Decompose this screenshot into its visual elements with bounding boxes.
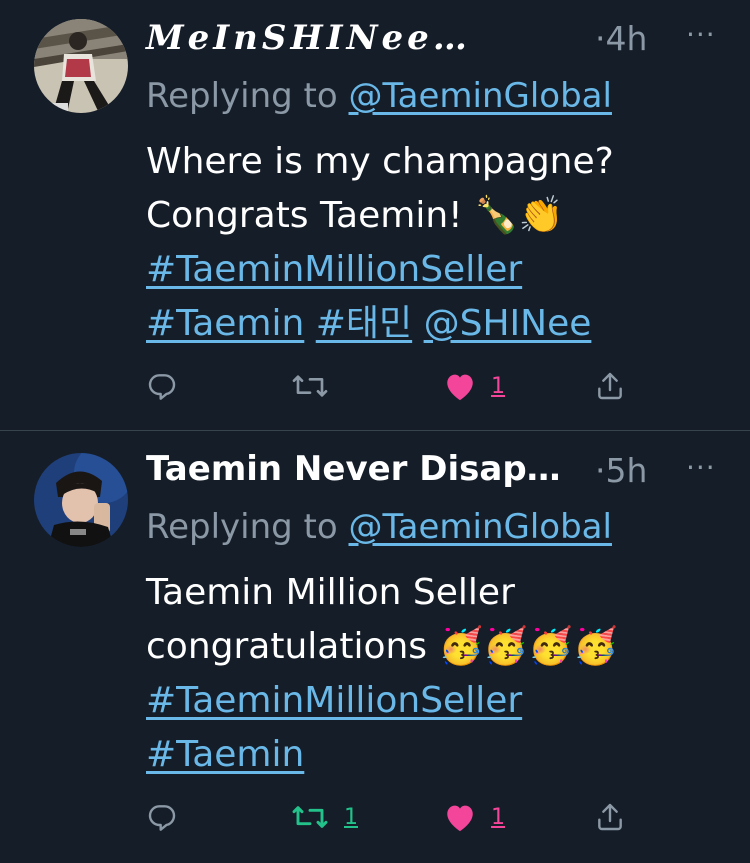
tweet-line: congratulations 🥳🥳🥳🥳 xyxy=(146,626,618,667)
more-icon[interactable]: ··· xyxy=(686,451,716,484)
tweet-text: Where is my champagne? Congrats Taemin! … xyxy=(146,135,614,351)
share-icon xyxy=(594,370,626,402)
reply-button[interactable] xyxy=(146,366,178,406)
reply-button[interactable] xyxy=(146,797,178,837)
replying-to: Replying to @TaeminGlobal xyxy=(146,507,612,547)
tweet[interactable]: 𝑴𝒆𝑰𝒏𝑺𝑯𝑰𝑵𝒆𝒆… ·4h ··· Replying to @TaeminG… xyxy=(0,0,750,430)
tweet-line: Congrats Taemin! 🍾👏 xyxy=(146,195,564,236)
tweet-line: Where is my champagne? xyxy=(146,141,614,182)
replying-prefix: Replying to xyxy=(146,507,338,547)
replying-prefix: Replying to xyxy=(146,76,338,116)
retweet-button[interactable] xyxy=(290,366,330,406)
timestamp[interactable]: ·4h xyxy=(595,19,647,58)
hashtag-link[interactable]: #Taemin xyxy=(146,734,304,775)
more-icon[interactable]: ··· xyxy=(686,18,716,51)
replying-to: Replying to @TaeminGlobal xyxy=(146,76,612,116)
replying-handle-link[interactable]: @TaeminGlobal xyxy=(349,507,612,547)
share-button[interactable] xyxy=(594,366,626,406)
like-count: 1 xyxy=(491,373,505,399)
mention-link[interactable]: @SHINee xyxy=(424,303,592,344)
like-button[interactable]: 1 xyxy=(443,366,505,406)
reply-icon xyxy=(146,370,178,402)
avatar[interactable] xyxy=(34,453,128,547)
replying-handle-link[interactable]: @TaeminGlobal xyxy=(349,76,612,116)
like-icon xyxy=(443,801,477,833)
tweet-line: Taemin Million Seller xyxy=(146,572,515,613)
reply-icon xyxy=(146,801,178,833)
like-button[interactable]: 1 xyxy=(443,797,505,837)
hashtag-link[interactable]: #태민 xyxy=(316,303,412,344)
hashtag-link[interactable]: #TaeminMillionSeller xyxy=(146,249,522,290)
retweet-icon xyxy=(290,370,330,402)
display-name[interactable]: Taemin Never Disap… xyxy=(146,449,561,489)
hashtag-link[interactable]: #TaeminMillionSeller xyxy=(146,680,522,721)
retweet-icon xyxy=(290,801,330,833)
timestamp[interactable]: ·5h xyxy=(595,451,647,490)
share-button[interactable] xyxy=(594,797,626,837)
tweet[interactable]: Taemin Never Disap… ·5h ··· Replying to … xyxy=(0,431,750,863)
hashtag-link[interactable]: #Taemin xyxy=(146,303,304,344)
retweet-button[interactable]: 1 xyxy=(290,797,358,837)
retweet-count: 1 xyxy=(344,804,358,830)
tweet-text: Taemin Million Seller congratulations 🥳🥳… xyxy=(146,566,618,782)
like-count: 1 xyxy=(491,804,505,830)
display-name[interactable]: 𝑴𝒆𝑰𝒏𝑺𝑯𝑰𝑵𝒆𝒆… xyxy=(146,18,471,58)
tweet-actions: 1 xyxy=(0,366,750,406)
tweet-actions: 1 1 xyxy=(0,797,750,837)
like-icon xyxy=(443,370,477,402)
share-icon xyxy=(594,801,626,833)
avatar[interactable] xyxy=(34,19,128,113)
